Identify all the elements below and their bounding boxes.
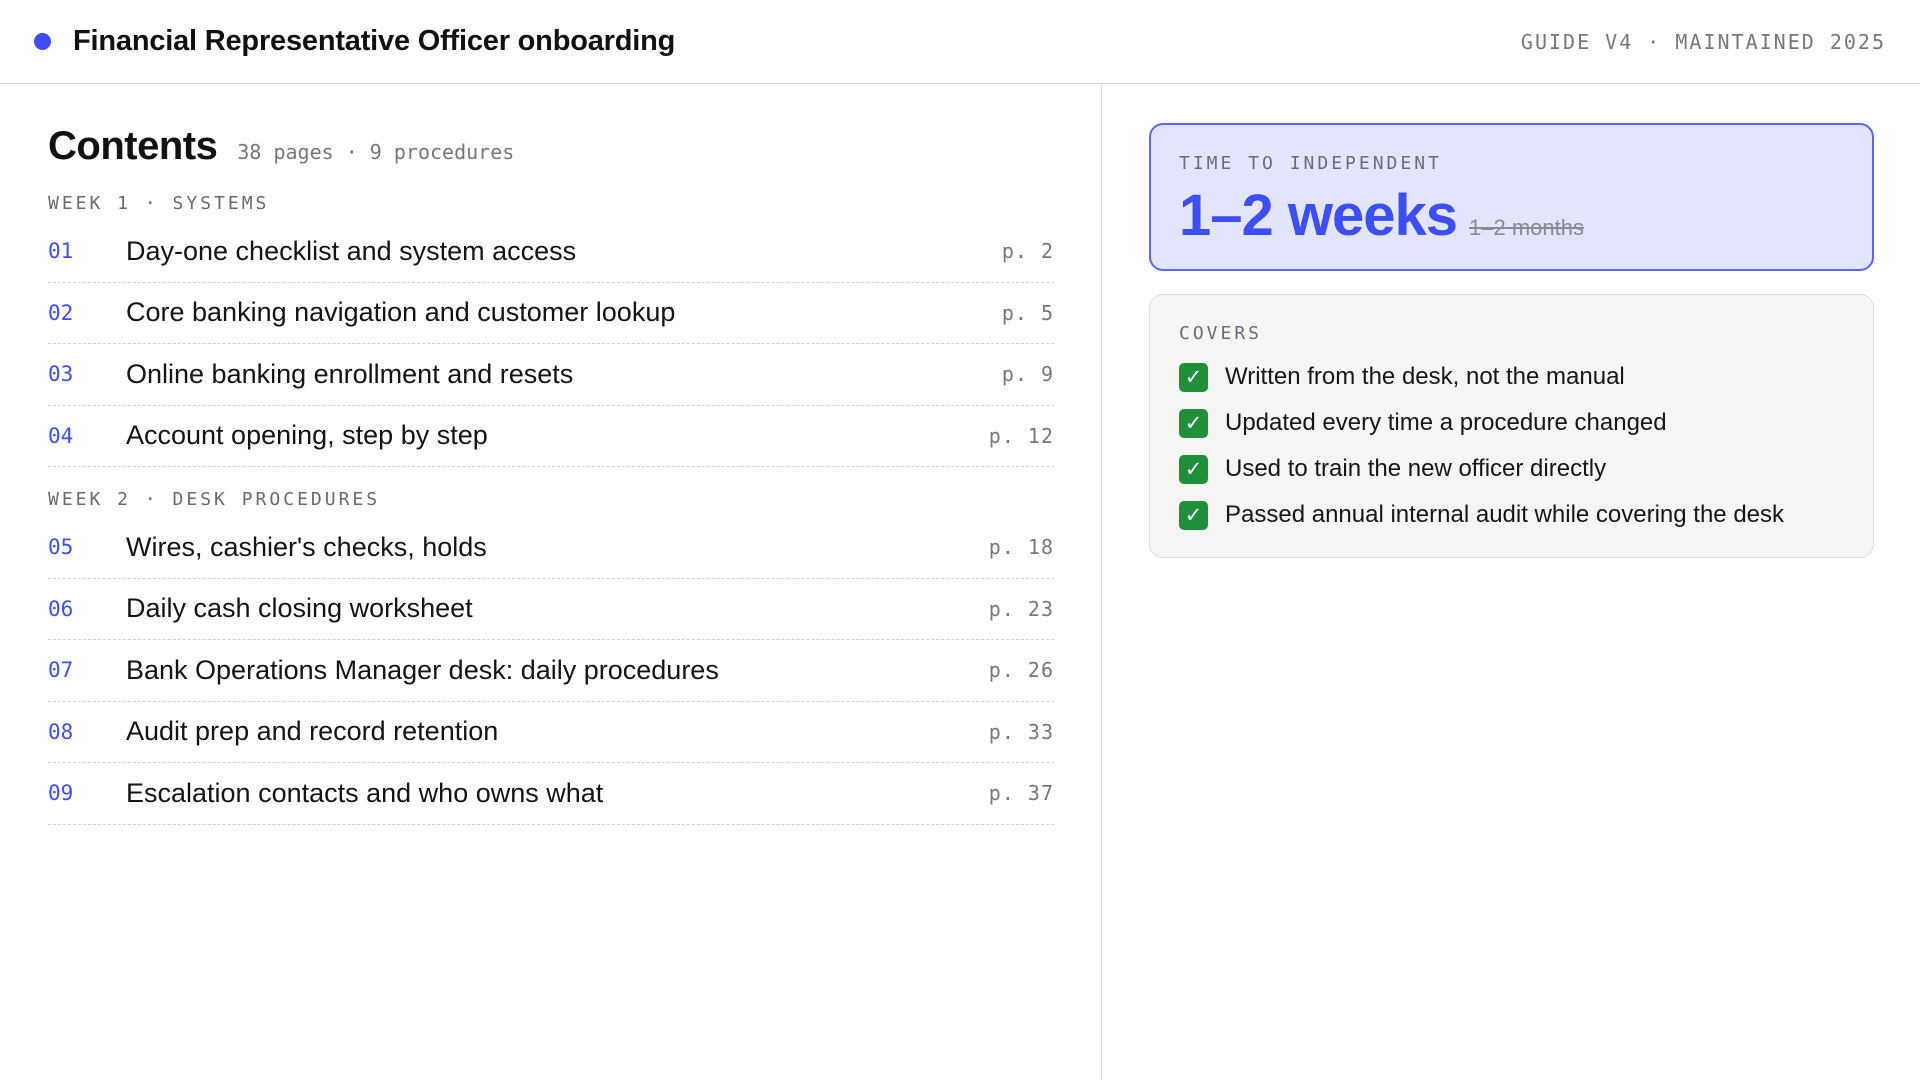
toc-number: 01 <box>48 239 74 264</box>
toc-page: p. 23 <box>988 596 1054 621</box>
toc-title: Audit prep and record retention <box>126 716 499 747</box>
toc-item-04[interactable]: 04 Account opening, step by step p. 12 <box>48 406 1054 467</box>
toc-title: Day-one checklist and system access <box>126 235 577 266</box>
time-values: 1–2 weeks 1–2 months <box>1179 182 1844 249</box>
time-old-value: 1–2 months <box>1469 215 1584 240</box>
toc-page: p. 2 <box>1001 239 1054 264</box>
cover-item: ✓ Passed annual internal audit while cov… <box>1179 492 1845 538</box>
checkmark-icon: ✓ <box>1179 500 1208 530</box>
toc-item-01[interactable]: 01 Day-one checklist and system access p… <box>48 221 1054 283</box>
toc-item-05[interactable]: 05 Wires, cashier's checks, holds p. 18 <box>48 517 1054 579</box>
toc-item-07[interactable]: 07 Bank Operations Manager desk: daily p… <box>48 640 1054 702</box>
contents-panel: Contents 38 pages · 9 procedures WEEK 1 … <box>0 84 1102 1080</box>
main-area: Contents 38 pages · 9 procedures WEEK 1 … <box>0 84 1920 1080</box>
toc-number: 07 <box>48 658 74 683</box>
toc-list-week-2: 05 Wires, cashier's checks, holds p. 18 … <box>48 517 1054 825</box>
cover-text: Used to train the new officer directly <box>1225 455 1607 482</box>
toc-page: p. 33 <box>988 719 1054 744</box>
toc-page: p. 37 <box>988 781 1054 806</box>
section-label-week-1: WEEK 1 · SYSTEMS <box>48 193 270 214</box>
contents-title: Contents <box>48 124 218 168</box>
checkmark-icon: ✓ <box>1179 454 1208 484</box>
summary-panel: TIME TO INDEPENDENT 1–2 weeks 1–2 months… <box>1102 84 1920 1080</box>
toc-title: Online banking enrollment and resets <box>126 358 574 389</box>
cover-item: ✓ Updated every time a procedure changed <box>1179 400 1845 446</box>
cover-item: ✓ Used to train the new officer directly <box>1179 446 1845 492</box>
toc-number: 03 <box>48 362 74 387</box>
toc-item-08[interactable]: 08 Audit prep and record retention p. 33 <box>48 702 1054 763</box>
toc-number: 09 <box>48 781 74 806</box>
toc-page: p. 12 <box>988 423 1054 448</box>
cover-text: Written from the desk, not the manual <box>1225 363 1625 390</box>
page-title: Financial Representative Officer onboard… <box>73 25 676 57</box>
toc-title: Account opening, step by step <box>126 420 488 451</box>
toc-page: p. 5 <box>1001 300 1054 325</box>
toc-number: 02 <box>48 300 74 325</box>
toc-title: Wires, cashier's checks, holds <box>126 531 487 562</box>
toc-page: p. 26 <box>988 658 1054 683</box>
covers-label: COVERS <box>1179 323 1263 344</box>
time-new-value: 1–2 weeks <box>1179 183 1458 248</box>
covers-list: ✓ Written from the desk, not the manual … <box>1179 354 1845 538</box>
contents-meta: 38 pages · 9 procedures <box>237 140 515 164</box>
guide-version: GUIDE V4 · MAINTAINED 2025 <box>1520 29 1886 54</box>
toc-title: Bank Operations Manager desk: daily proc… <box>126 654 719 685</box>
time-to-independent-card: TIME TO INDEPENDENT 1–2 weeks 1–2 months <box>1149 123 1874 271</box>
checkmark-icon: ✓ <box>1179 408 1208 438</box>
time-card-label: TIME TO INDEPENDENT <box>1179 153 1442 174</box>
toc-number: 04 <box>48 423 74 448</box>
section-label-week-2: WEEK 2 · DESK PROCEDURES <box>48 489 381 510</box>
toc-number: 06 <box>48 596 74 621</box>
toc-title: Daily cash closing worksheet <box>126 593 473 624</box>
covers-card: COVERS ✓ Written from the desk, not the … <box>1149 294 1874 558</box>
toc-item-09[interactable]: 09 Escalation contacts and who owns what… <box>48 763 1054 825</box>
checkmark-icon: ✓ <box>1179 362 1208 392</box>
toc-title: Escalation contacts and who owns what <box>126 777 604 808</box>
status-dot-icon <box>34 33 51 50</box>
cover-text: Updated every time a procedure changed <box>1225 409 1667 436</box>
cover-text: Passed annual internal audit while cover… <box>1225 501 1785 528</box>
toc-number: 05 <box>48 535 74 560</box>
toc-number: 08 <box>48 719 74 744</box>
toc-title: Core banking navigation and customer loo… <box>126 297 676 328</box>
cover-item: ✓ Written from the desk, not the manual <box>1179 354 1845 400</box>
toc-page: p. 9 <box>1001 362 1054 387</box>
toc-page: p. 18 <box>988 535 1054 560</box>
brand: Financial Representative Officer onboard… <box>34 25 675 58</box>
top-bar: Financial Representative Officer onboard… <box>0 0 1920 84</box>
toc-item-03[interactable]: 03 Online banking enrollment and resets … <box>48 344 1054 406</box>
toc-item-06[interactable]: 06 Daily cash closing worksheet p. 23 <box>48 579 1054 640</box>
toc-list-week-1: 01 Day-one checklist and system access p… <box>48 221 1054 467</box>
toc-item-02[interactable]: 02 Core banking navigation and customer … <box>48 283 1054 344</box>
contents-header: Contents 38 pages · 9 procedures <box>48 124 1053 169</box>
